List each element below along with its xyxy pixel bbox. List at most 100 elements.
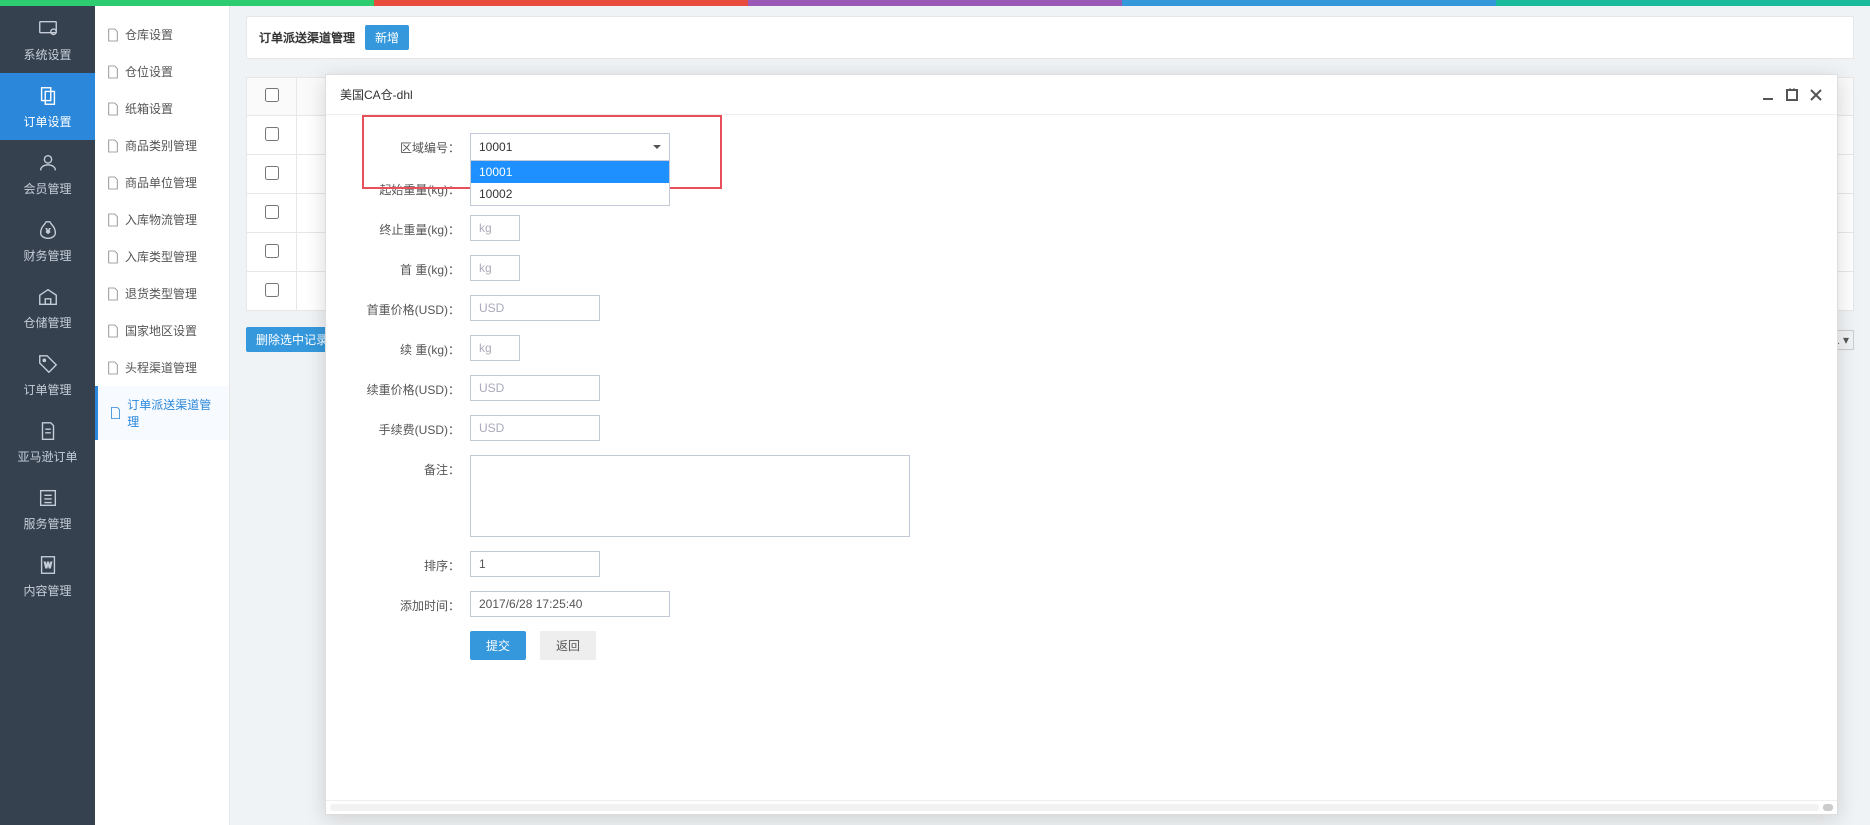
select-all-checkbox[interactable] bbox=[265, 88, 279, 102]
label-add-time: 添加时间： bbox=[340, 591, 470, 614]
svg-text:W: W bbox=[44, 561, 52, 570]
maximize-icon[interactable] bbox=[1785, 88, 1799, 102]
page-title: 订单派送渠道管理 bbox=[259, 29, 355, 46]
nav-label: 服务管理 bbox=[23, 515, 71, 532]
subnav-inbound-logistics[interactable]: 入库物流管理 bbox=[95, 201, 229, 238]
word-doc-icon: W bbox=[37, 554, 59, 576]
label-sort: 排序： bbox=[340, 551, 470, 574]
label-cont-weight: 续 重(kg)： bbox=[340, 335, 470, 358]
file-icon bbox=[107, 213, 119, 227]
nav-label: 亚马逊订单 bbox=[17, 448, 77, 465]
nav-order-settings[interactable]: 订单设置 bbox=[0, 73, 95, 140]
user-icon bbox=[37, 152, 59, 174]
subnav-label: 商品类别管理 bbox=[125, 137, 197, 154]
subnav-label: 仓位设置 bbox=[125, 63, 173, 80]
remark-textarea[interactable] bbox=[470, 455, 910, 537]
row-checkbox[interactable] bbox=[265, 127, 279, 141]
subnav-product-category[interactable]: 商品类别管理 bbox=[95, 127, 229, 164]
subnav-position-settings[interactable]: 仓位设置 bbox=[95, 53, 229, 90]
sort-input[interactable] bbox=[470, 551, 600, 577]
label-first-weight: 首 重(kg)： bbox=[340, 255, 470, 278]
file-icon bbox=[107, 65, 119, 79]
region-dropdown: 10001 10002 bbox=[470, 161, 670, 206]
nav-order-management[interactable]: 订单管理 bbox=[0, 341, 95, 408]
submit-button[interactable]: 提交 bbox=[470, 631, 526, 660]
main-nav: 系统设置 订单设置 会员管理 ¥ 财务管理 仓储管理 订单管理 亚马逊订单 服务 bbox=[0, 6, 95, 825]
subnav-warehouse-settings[interactable]: 仓库设置 bbox=[95, 16, 229, 53]
money-bag-icon: ¥ bbox=[37, 219, 59, 241]
tag-icon bbox=[37, 353, 59, 375]
nav-label: 财务管理 bbox=[23, 247, 71, 264]
subnav-label: 退货类型管理 bbox=[125, 285, 197, 302]
region-select-display[interactable]: 10001 bbox=[470, 133, 670, 161]
document-icon bbox=[37, 420, 59, 442]
label-fee: 手续费(USD)： bbox=[340, 415, 470, 438]
nav-system-settings[interactable]: 系统设置 bbox=[0, 6, 95, 73]
region-select[interactable]: 10001 10001 10002 bbox=[470, 133, 670, 161]
subnav-label: 入库类型管理 bbox=[125, 248, 197, 265]
sub-nav: 仓库设置 仓位设置 纸箱设置 商品类别管理 商品单位管理 入库物流管理 入库类型… bbox=[95, 6, 230, 825]
nav-label: 会员管理 bbox=[23, 180, 71, 197]
subnav-return-type[interactable]: 退货类型管理 bbox=[95, 275, 229, 312]
first-price-input[interactable] bbox=[470, 295, 600, 321]
subnav-product-unit[interactable]: 商品单位管理 bbox=[95, 164, 229, 201]
label-end-weight: 终止重量(kg)： bbox=[340, 215, 470, 238]
label-first-price: 首重价格(USD)： bbox=[340, 295, 470, 318]
cont-price-input[interactable] bbox=[470, 375, 600, 401]
region-option-10001[interactable]: 10001 bbox=[471, 161, 669, 183]
modal-body: 区域编号： 10001 10001 10002 起始重量(kg)： 终止重量(k… bbox=[326, 115, 1837, 800]
file-icon bbox=[107, 139, 119, 153]
row-checkbox[interactable] bbox=[265, 166, 279, 180]
nav-content-management[interactable]: W 内容管理 bbox=[0, 542, 95, 609]
nav-label: 内容管理 bbox=[23, 582, 71, 599]
first-weight-input[interactable] bbox=[470, 255, 520, 281]
list-icon bbox=[37, 487, 59, 509]
minimize-icon[interactable] bbox=[1761, 88, 1775, 102]
back-button[interactable]: 返回 bbox=[540, 631, 596, 660]
edit-modal: 美国CA仓-dhl 区域编号： 10001 10001 10002 bbox=[325, 74, 1838, 815]
documents-icon bbox=[37, 85, 59, 107]
nav-warehouse-management[interactable]: 仓储管理 bbox=[0, 274, 95, 341]
row-checkbox[interactable] bbox=[265, 244, 279, 258]
svg-text:¥: ¥ bbox=[45, 227, 50, 236]
row-checkbox[interactable] bbox=[265, 283, 279, 297]
subnav-box-settings[interactable]: 纸箱设置 bbox=[95, 90, 229, 127]
nav-amazon-orders[interactable]: 亚马逊订单 bbox=[0, 408, 95, 475]
cont-weight-input[interactable] bbox=[470, 335, 520, 361]
file-icon bbox=[107, 176, 119, 190]
page-header: 订单派送渠道管理 新增 bbox=[246, 16, 1854, 59]
add-time-input[interactable] bbox=[470, 591, 670, 617]
file-icon bbox=[107, 28, 119, 42]
nav-label: 订单设置 bbox=[23, 113, 71, 130]
modal-horizontal-scrollbar[interactable] bbox=[326, 800, 1837, 814]
subnav-label: 仓库设置 bbox=[125, 26, 173, 43]
modal-title: 美国CA仓-dhl bbox=[340, 86, 1751, 103]
label-remark: 备注： bbox=[340, 455, 470, 478]
nav-service-management[interactable]: 服务管理 bbox=[0, 475, 95, 542]
nav-label: 订单管理 bbox=[23, 381, 71, 398]
nav-label: 系统设置 bbox=[23, 46, 71, 63]
fee-input[interactable] bbox=[470, 415, 600, 441]
label-start-weight: 起始重量(kg)： bbox=[340, 175, 470, 198]
end-weight-input[interactable] bbox=[470, 215, 520, 241]
close-icon[interactable] bbox=[1809, 88, 1823, 102]
subnav-label: 订单派送渠道管理 bbox=[127, 396, 217, 430]
subnav-label: 纸箱设置 bbox=[125, 100, 173, 117]
subnav-delivery-channel[interactable]: 订单派送渠道管理 bbox=[95, 386, 229, 440]
nav-finance-management[interactable]: ¥ 财务管理 bbox=[0, 207, 95, 274]
file-icon bbox=[107, 287, 119, 301]
nav-label: 仓储管理 bbox=[23, 314, 71, 331]
label-cont-price: 续重价格(USD)： bbox=[340, 375, 470, 398]
region-option-10002[interactable]: 10002 bbox=[471, 183, 669, 205]
content-area: 订单派送渠道管理 新增 排序 是否显示 编辑 1✔修改删除1✔修改删除1✔修改删… bbox=[230, 6, 1870, 825]
monitor-gear-icon bbox=[37, 18, 59, 40]
row-checkbox[interactable] bbox=[265, 205, 279, 219]
label-region: 区域编号： bbox=[340, 133, 470, 156]
subnav-inbound-type[interactable]: 入库类型管理 bbox=[95, 238, 229, 275]
add-button[interactable]: 新增 bbox=[365, 25, 409, 50]
file-icon bbox=[107, 361, 119, 375]
subnav-country-region[interactable]: 国家地区设置 bbox=[95, 312, 229, 349]
subnav-head-channel[interactable]: 头程渠道管理 bbox=[95, 349, 229, 386]
subnav-label: 头程渠道管理 bbox=[125, 359, 197, 376]
nav-member-management[interactable]: 会员管理 bbox=[0, 140, 95, 207]
